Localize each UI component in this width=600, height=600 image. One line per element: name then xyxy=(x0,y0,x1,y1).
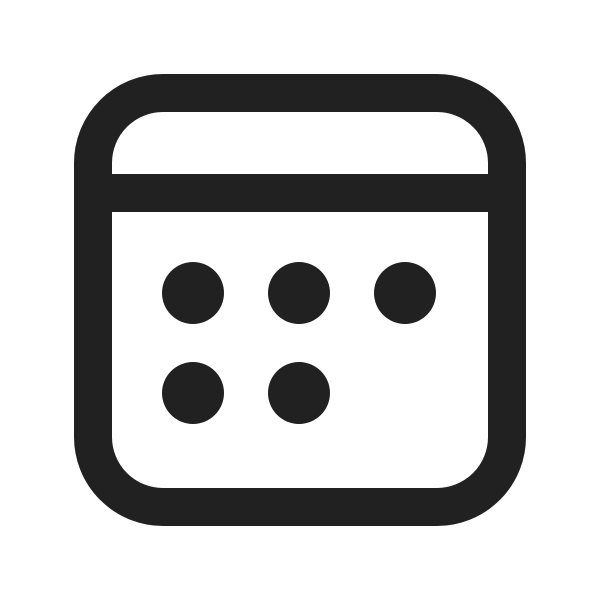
calendar-date-dot xyxy=(268,262,330,324)
calendar-date-dot xyxy=(374,262,436,324)
calendar-date-dot xyxy=(268,362,330,424)
calendar-date-dots xyxy=(162,262,436,424)
calendar-date-dot xyxy=(162,262,224,324)
calendar-icon xyxy=(74,74,526,526)
calendar-date-dot xyxy=(162,362,224,424)
icon-canvas xyxy=(0,0,600,600)
